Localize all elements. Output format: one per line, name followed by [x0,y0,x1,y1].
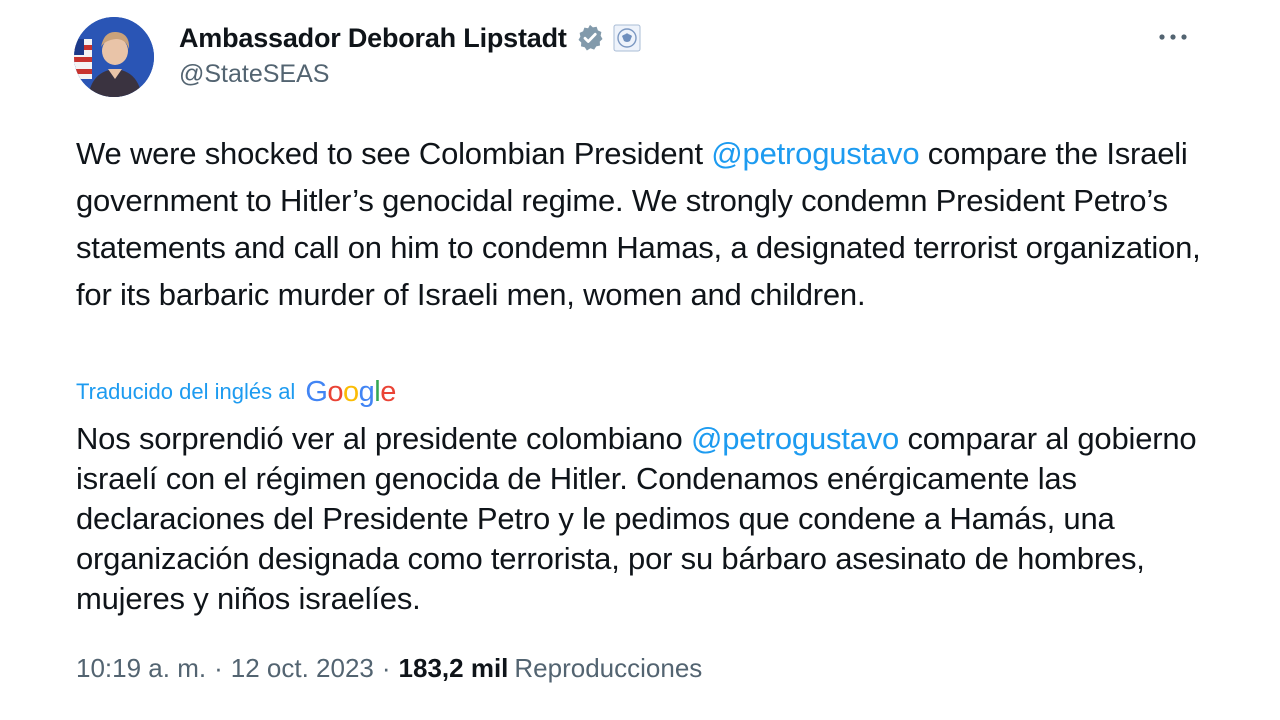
profile-photo-icon [74,17,154,97]
tweet-date[interactable]: 12 oct. 2023 [231,653,374,684]
mention-link[interactable]: @petrogustavo [691,421,899,456]
google-logo: Google [305,376,396,409]
view-count: 183,2 mil [398,652,509,683]
tweet-card: Ambassador Deborah Lipstadt @StateSEAS W… [0,0,1280,720]
google-logo-letter: G [305,375,328,408]
author-display-name[interactable]: Ambassador Deborah Lipstadt [179,23,567,54]
translated-text-part: Nos sorprendió ver al presidente colombi… [76,421,691,456]
meta-separator: · [214,652,223,683]
more-horizontal-icon [1159,34,1187,40]
tweet-text: We were shocked to see Colombian Preside… [76,130,1206,318]
translation-attribution: Traducido del inglés al Google [76,372,396,412]
state-department-seal-icon[interactable] [613,24,641,52]
translated-text: Nos sorprendió ver al presidente colombi… [76,419,1206,619]
author-handle[interactable]: @StateSEAS [179,60,329,89]
verified-badge-icon[interactable] [575,23,605,53]
view-label: Reproducciones [514,652,703,683]
tweet-meta: 10:19 a. m. · 12 oct. 2023 · 183,2 mil R… [76,648,702,688]
author-name-row: Ambassador Deborah Lipstadt [179,19,641,57]
mention-link[interactable]: @petrogustavo [711,136,919,171]
tweet-text-part: We were shocked to see Colombian Preside… [76,136,712,171]
more-options-button[interactable] [1150,20,1196,54]
google-logo-letter: g [358,375,375,408]
tweet-time[interactable]: 10:19 a. m. [76,653,206,684]
avatar[interactable] [74,17,154,97]
translation-label[interactable]: Traducido del inglés al [76,379,295,405]
google-logo-letter: e [380,375,396,408]
google-logo-letter: o [343,375,359,408]
meta-separator: · [381,652,391,683]
google-logo-letter: o [327,375,344,408]
